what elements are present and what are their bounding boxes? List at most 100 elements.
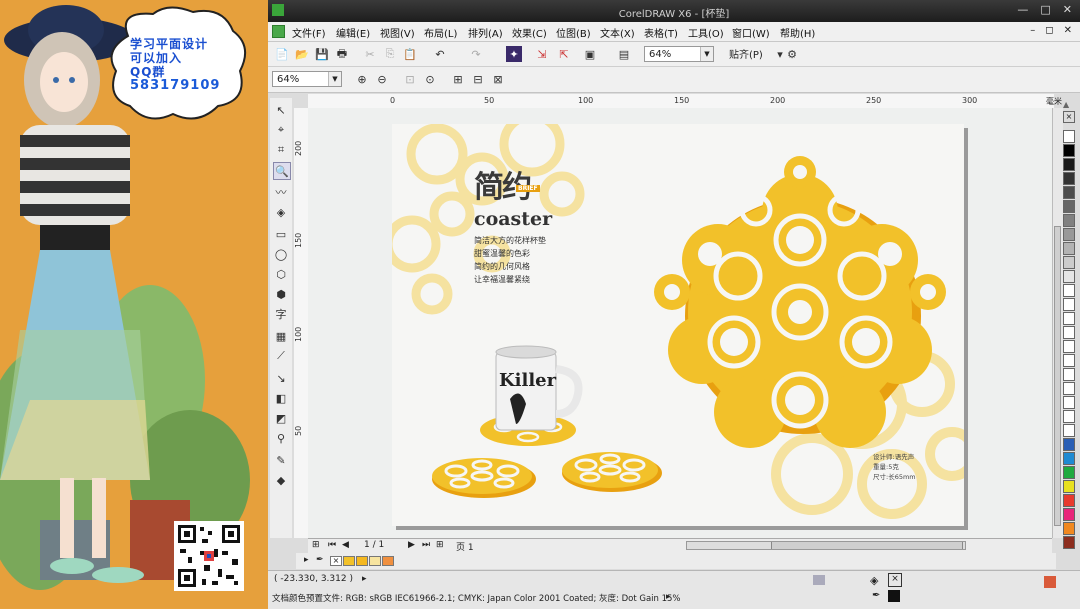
menu-view[interactable]: 视图(V): [380, 25, 415, 40]
shape-tool-icon[interactable]: ⌖: [273, 122, 289, 138]
menu-edit[interactable]: 编辑(E): [336, 25, 370, 40]
maximize-button[interactable]: □: [1040, 3, 1050, 16]
palette-swatch[interactable]: [1063, 158, 1075, 171]
application-launcher-icon[interactable]: ▣: [582, 46, 598, 62]
palette-swatch[interactable]: [1063, 466, 1075, 479]
palette-swatch[interactable]: [1063, 494, 1075, 507]
horizontal-scrollbar[interactable]: [686, 541, 966, 550]
undo-icon[interactable]: ↶: [432, 46, 448, 62]
transparency-tool-icon[interactable]: ◩: [273, 410, 289, 426]
open-icon[interactable]: 📂: [294, 46, 310, 62]
menu-help[interactable]: 帮助(H): [780, 25, 815, 40]
dimension-tool-icon[interactable]: ⟋: [273, 348, 289, 364]
horizontal-scroll-thumb[interactable]: [771, 542, 963, 549]
copy-icon[interactable]: ⎘: [382, 46, 398, 62]
previous-page-icon[interactable]: ◀: [342, 540, 349, 550]
chevron-down-icon[interactable]: ▼: [700, 47, 713, 61]
palette-swatch[interactable]: [1063, 508, 1075, 521]
no-fill-swatch-icon[interactable]: ⨯: [1063, 111, 1075, 123]
palette-swatch[interactable]: [1063, 186, 1075, 199]
palette-swatch[interactable]: [1063, 326, 1075, 339]
palette-swatch[interactable]: [1063, 256, 1075, 269]
palette-swatch[interactable]: [1063, 480, 1075, 493]
doc-close-button[interactable]: ✕: [1064, 25, 1072, 36]
text-tool-icon[interactable]: 字: [273, 306, 289, 322]
palette-swatch[interactable]: [1063, 438, 1075, 451]
zoom-to-page-width-icon[interactable]: ⊟: [470, 71, 486, 87]
zoom-tool-icon[interactable]: 🔍: [273, 162, 291, 180]
menu-bitmaps[interactable]: 位图(B): [556, 25, 591, 40]
page-tab[interactable]: 页 1: [456, 540, 474, 553]
zoom-to-page-icon[interactable]: ⊞: [450, 71, 466, 87]
doc-swatch-gold[interactable]: [356, 556, 368, 566]
palette-swatch[interactable]: [1063, 172, 1075, 185]
basic-shapes-tool-icon[interactable]: ⬢: [273, 286, 289, 302]
fill-tool-icon[interactable]: ◆: [273, 472, 289, 488]
options-icon[interactable]: ⚙: [784, 46, 800, 62]
color-profile-info[interactable]: 文档颜色预置文件: RGB: sRGB IEC61966-2.1; CMYK: …: [272, 592, 681, 604]
smart-fill-tool-icon[interactable]: ◈: [273, 204, 289, 220]
chevron-down-icon[interactable]: ▼: [328, 72, 341, 86]
no-color-swatch[interactable]: ⨯: [330, 556, 342, 566]
print-icon[interactable]: 🖶: [334, 46, 350, 62]
document-page[interactable]: 简约 BRIEF coaster 简洁大方的花样杯垫 甜蜜温馨的色彩 简约的几何…: [392, 124, 964, 526]
palette-swatch[interactable]: [1063, 200, 1075, 213]
menu-layout[interactable]: 布局(L): [424, 25, 457, 40]
zoom-out-icon[interactable]: ⊖: [374, 71, 390, 87]
cut-icon[interactable]: ✂: [362, 46, 378, 62]
table-tool-icon[interactable]: ▦: [273, 328, 289, 344]
menu-effects[interactable]: 效果(C): [512, 25, 547, 40]
palette-swatch[interactable]: [1063, 130, 1075, 143]
drawing-canvas[interactable]: 简约 BRIEF coaster 简洁大方的花样杯垫 甜蜜温馨的色彩 简约的几何…: [308, 108, 1052, 538]
polygon-tool-icon[interactable]: ⬡: [273, 266, 289, 282]
zoom-to-selected-icon[interactable]: ⊡: [402, 71, 418, 87]
palette-swatch[interactable]: [1063, 242, 1075, 255]
export-icon[interactable]: ⇱: [556, 46, 572, 62]
palette-swatch[interactable]: [1063, 368, 1075, 381]
import-icon[interactable]: ⇲: [534, 46, 550, 62]
search-content-icon[interactable]: ✦: [506, 46, 522, 62]
page-settings-icon[interactable]: ⊞: [312, 540, 320, 550]
pick-tool-icon[interactable]: ↖: [273, 102, 289, 118]
doc-palette-play-icon[interactable]: ▸: [304, 555, 309, 565]
blend-tool-icon[interactable]: ◧: [273, 390, 289, 406]
close-button[interactable]: ✕: [1063, 3, 1072, 16]
snap-to-dropdown[interactable]: 贴齐(P): [729, 46, 763, 61]
ellipse-tool-icon[interactable]: ◯: [273, 246, 289, 262]
doc-swatch-yellow[interactable]: [343, 556, 355, 566]
palette-swatch[interactable]: [1063, 312, 1075, 325]
menu-file[interactable]: 文件(F): [292, 25, 326, 40]
doc-swatch-light-yellow[interactable]: [369, 556, 381, 566]
palette-swatch[interactable]: [1063, 284, 1075, 297]
doc-minimize-button[interactable]: –: [1030, 25, 1035, 36]
vertical-ruler[interactable]: 200 150 100 50: [294, 108, 309, 538]
vertical-scrollbar[interactable]: [1052, 108, 1063, 538]
vertical-scroll-thumb[interactable]: [1054, 226, 1061, 526]
palette-swatch[interactable]: [1063, 228, 1075, 241]
palette-swatch[interactable]: [1063, 410, 1075, 423]
menu-table[interactable]: 表格(T): [644, 25, 678, 40]
palette-swatch[interactable]: [1063, 424, 1075, 437]
zoom-to-page-height-icon[interactable]: ⊠: [490, 71, 506, 87]
freehand-tool-icon[interactable]: 〰: [273, 184, 289, 200]
outline-color-swatch[interactable]: [888, 590, 900, 602]
palette-scroll-up-icon[interactable]: ▲: [1063, 100, 1077, 109]
palette-swatch[interactable]: [1063, 214, 1075, 227]
doc-swatch-orange[interactable]: [382, 556, 394, 566]
crop-tool-icon[interactable]: ⌗: [273, 142, 289, 158]
rectangle-tool-icon[interactable]: ▭: [273, 226, 289, 242]
paste-icon[interactable]: 📋: [402, 46, 418, 62]
zoom-in-icon[interactable]: ⊕: [354, 71, 370, 87]
menu-text[interactable]: 文本(X): [600, 25, 635, 40]
welcome-screen-icon[interactable]: ▤: [616, 46, 632, 62]
eyedropper-tool-icon[interactable]: ⚲: [273, 430, 289, 446]
status-expand-icon[interactable]: ▸: [362, 574, 367, 584]
add-page-icon[interactable]: ⊞: [436, 540, 444, 550]
zoom-levels-combo[interactable]: 64% ▼: [272, 71, 342, 87]
new-document-icon[interactable]: 📄: [274, 46, 290, 62]
palette-swatch[interactable]: [1063, 522, 1075, 535]
palette-swatch[interactable]: [1063, 452, 1075, 465]
next-page-icon[interactable]: ▶: [408, 540, 415, 550]
menu-window[interactable]: 窗口(W): [732, 25, 770, 40]
doc-palette-eyedropper-icon[interactable]: ✒: [316, 555, 324, 565]
